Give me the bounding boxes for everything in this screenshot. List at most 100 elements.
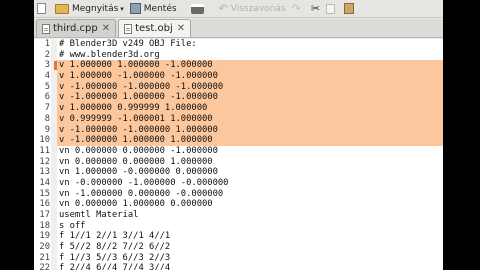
line-text: f 1//3 5//3 6//3 2//3 [59, 252, 171, 263]
line-text: v 1.000000 0.999999 1.000000 [59, 103, 208, 114]
line-number: 2 [44, 49, 50, 60]
undo-button[interactable]: ↶ Visszavonás [216, 0, 289, 18]
copy-icon [326, 3, 336, 14]
code-line[interactable]: 9 v -1.000000 -1.000000 1.000000 [34, 124, 443, 136]
line-text: f 2//4 6//4 7//4 3//4 [59, 263, 171, 270]
code-line[interactable]: 8 v 0.999999 -1.000001 1.000000 [34, 113, 443, 125]
undo-label: Visszavonás [230, 3, 286, 14]
line-text: v -1.000000 -1.000000 1.000000 [59, 124, 218, 135]
line-number: 3 [44, 60, 50, 71]
line-text: f 5//2 8//2 7//2 6//2 [59, 242, 171, 253]
redo-button[interactable]: ↷ [289, 0, 304, 18]
line-text: vn 0.000000 0.000000 -1.000000 [59, 145, 218, 156]
save-icon [129, 3, 141, 14]
line-text: v 1.000000 1.000000 -1.000000 [59, 60, 213, 71]
line-text: vn 0.000000 0.000000 1.000000 [59, 156, 213, 167]
code-line[interactable]: 1 # Blender3D v249 OBJ File: [34, 39, 430, 50]
line-text: v 1.000000 -1.000000 -1.000000 [59, 71, 218, 82]
line-text: vn 1.000000 -0.000000 0.000000 [59, 167, 218, 178]
line-number: 19 [39, 231, 50, 242]
line-number: 11 [39, 145, 50, 156]
line-number: 1 [44, 39, 50, 49]
save-button[interactable]: Mentés [127, 0, 180, 18]
line-text: vn -1.000000 0.000000 -0.000000 [59, 188, 224, 199]
tab-label: third.cpp [53, 23, 98, 34]
code-line[interactable]: 13 vn 1.000000 -0.000000 0.000000 [34, 167, 430, 178]
code-line[interactable]: 5 v -1.000000 -1.000000 -1.000000 [34, 81, 443, 93]
line-number: 21 [39, 252, 50, 263]
line-text: vn -0.000000 -1.000000 -0.000000 [59, 177, 229, 188]
tab-third-cpp[interactable]: third.cpp ✕ [36, 19, 117, 37]
line-number: 4 [44, 71, 50, 82]
code-line[interactable]: 14 vn -0.000000 -1.000000 -0.000000 [34, 178, 430, 189]
line-number: 20 [39, 242, 50, 253]
tab-test-obj[interactable]: test.obj ✕ [118, 19, 192, 37]
text-editor[interactable]: 1 # Blender3D v249 OBJ File: 2 # www.blende… [34, 39, 443, 270]
cut-button[interactable]: ✂ [308, 0, 323, 18]
code-line[interactable]: 18 s off [34, 221, 430, 232]
line-number: 22 [39, 263, 50, 270]
chevron-down-icon: ▾ [120, 4, 124, 13]
line-number: 17 [39, 210, 50, 220]
line-number: 6 [44, 92, 50, 103]
line-text: # www.blender3d.org [59, 49, 160, 60]
copy-button[interactable] [323, 0, 341, 18]
code-line[interactable]: 15 vn -1.000000 0.000000 -0.000000 [34, 189, 430, 200]
tab-bar: third.cpp ✕ test.obj ✕ [34, 19, 443, 38]
code-line[interactable]: 7 v 1.000000 0.999999 1.000000 [34, 103, 443, 114]
code-line[interactable]: 6 v -1.000000 1.000000 -1.000000 [34, 92, 443, 103]
line-text: vn 0.000000 1.000000 0.000000 [59, 199, 213, 210]
line-marker-icon [54, 61, 57, 71]
open-label: Megnyitás [72, 3, 119, 14]
code-line[interactable]: 2 # www.blender3d.org [34, 50, 430, 61]
paste-button[interactable] [341, 0, 360, 18]
save-label: Mentés [143, 3, 177, 14]
line-text: v -1.000000 -1.000000 -1.000000 [59, 81, 224, 92]
editor-lines: 1 # Blender3D v249 OBJ File: 2 # www.blende… [34, 39, 443, 270]
line-number: 7 [44, 103, 50, 114]
code-line[interactable]: 17 usemtl Material [34, 210, 430, 221]
scissors-icon: ✂ [310, 2, 321, 15]
line-number: 15 [39, 188, 50, 199]
new-document-icon [37, 3, 46, 14]
line-text: v 0.999999 -1.000001 1.000000 [59, 113, 213, 124]
code-line[interactable]: 19 f 1//1 2//1 3//1 4//1 [34, 231, 430, 242]
line-text: # Blender3D v249 OBJ File: [59, 39, 197, 49]
editor-window: Megnyitás ▾ Mentés ↶ Visszavonás ↷ ✂ thi… [34, 0, 443, 270]
code-line[interactable]: 12 vn 0.000000 0.000000 1.000000 [34, 157, 430, 168]
line-number: 8 [44, 113, 50, 124]
code-line[interactable]: 21 f 1//3 5//3 6//3 2//3 [34, 253, 430, 264]
code-line[interactable]: 11 vn 0.000000 0.000000 -1.000000 [34, 146, 430, 157]
line-number: 12 [39, 156, 50, 167]
line-number: 18 [39, 220, 50, 231]
document-icon [42, 23, 50, 34]
folder-icon [55, 3, 69, 14]
line-number: 14 [39, 177, 50, 188]
redo-icon: ↷ [291, 2, 301, 15]
undo-icon: ↶ [218, 2, 228, 15]
close-icon[interactable]: ✕ [177, 23, 185, 34]
line-text: s off [59, 220, 86, 231]
line-number: 16 [39, 199, 50, 210]
document-icon [124, 23, 133, 34]
code-line[interactable]: 16 vn 0.000000 1.000000 0.000000 [34, 199, 430, 210]
print-button[interactable] [188, 0, 210, 18]
code-line[interactable]: 10 v -1.000000 1.000000 1.000000 [34, 135, 443, 146]
open-button[interactable]: Megnyitás ▾ [52, 0, 127, 18]
line-text: f 1//1 2//1 3//1 4//1 [59, 231, 171, 242]
paste-icon [344, 3, 355, 14]
toolbar: Megnyitás ▾ Mentés ↶ Visszavonás ↷ ✂ [34, 0, 443, 18]
line-number: 5 [44, 81, 50, 92]
new-document-button[interactable] [34, 0, 52, 18]
code-line[interactable]: 4 v 1.000000 -1.000000 -1.000000 [34, 71, 443, 82]
line-number: 9 [44, 124, 50, 135]
line-text: v -1.000000 1.000000 1.000000 [59, 135, 213, 146]
tab-label: test.obj [135, 23, 173, 34]
code-line[interactable]: 3 v 1.000000 1.000000 -1.000000 [34, 60, 443, 71]
line-number: 13 [39, 167, 50, 178]
close-icon[interactable]: ✕ [102, 23, 110, 34]
line-text: usemtl Material [59, 210, 139, 220]
printer-icon [190, 3, 204, 14]
code-line[interactable]: 20 f 5//2 8//2 7//2 6//2 [34, 242, 430, 253]
code-line[interactable]: 22 f 2//4 6//4 7//4 3//4 [34, 263, 430, 270]
